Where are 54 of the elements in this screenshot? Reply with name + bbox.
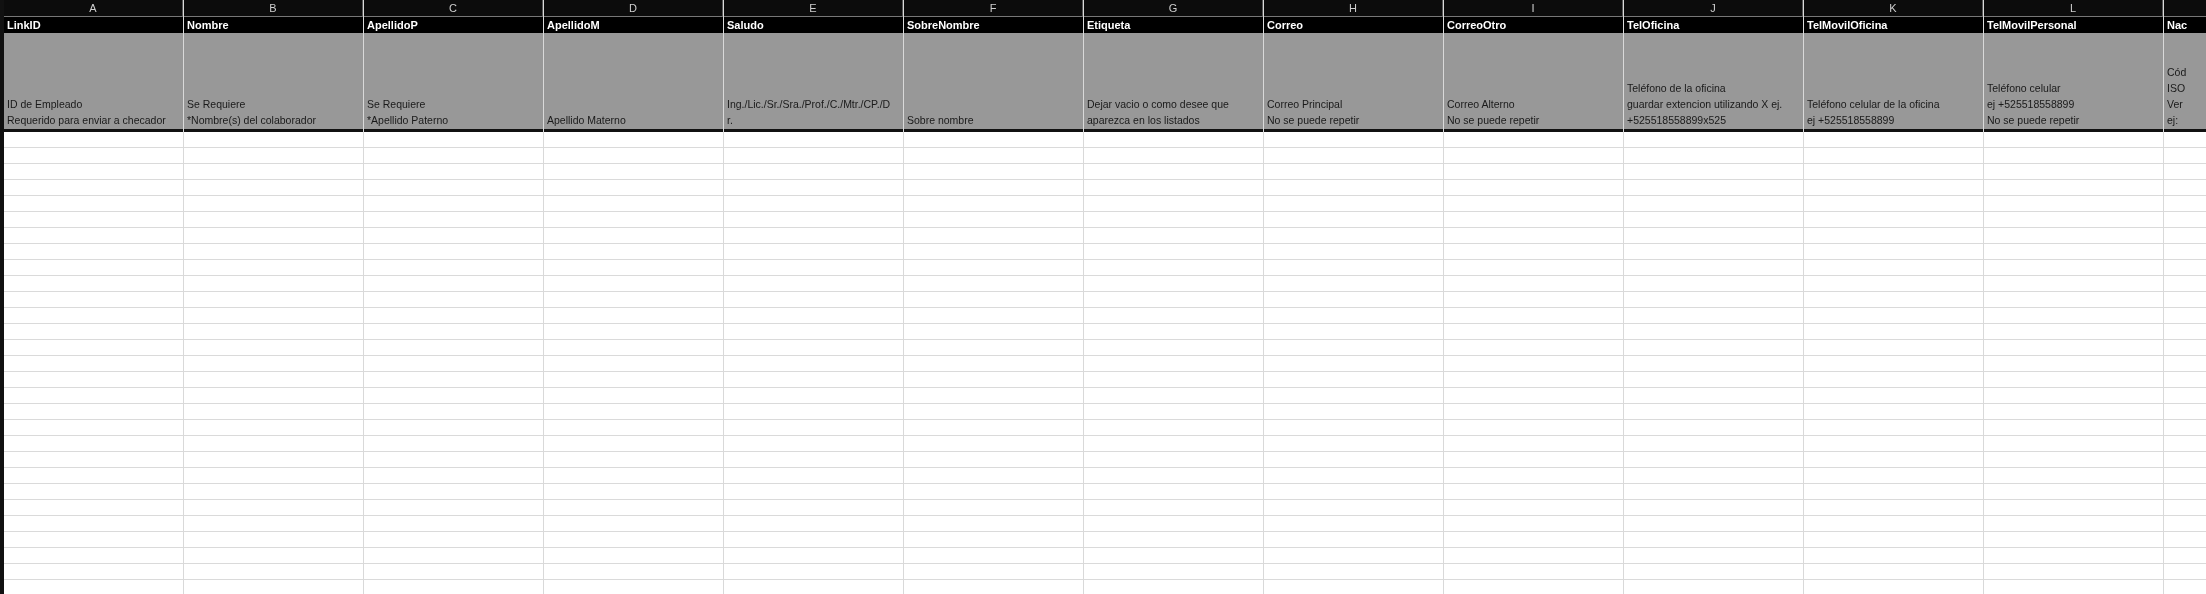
description-line: ID de Empleado	[7, 97, 84, 112]
heading-cell: Etiqueta	[1084, 17, 1263, 33]
column-header[interactable]: J	[1624, 0, 1803, 17]
heading-cell: SobreNombre	[904, 17, 1083, 33]
description-line: Teléfono celular	[1987, 81, 2062, 96]
description-line: Se Requiere	[187, 97, 247, 112]
heading-cell: TelOficina	[1624, 17, 1803, 33]
description-line: ej +525518558899	[1987, 97, 2076, 112]
description-line: Se Requiere	[367, 97, 427, 112]
column-header[interactable]: G	[1084, 0, 1263, 17]
description-line: Teléfono de la oficina	[1627, 81, 1727, 96]
description-line: Correo Principal	[1267, 97, 1344, 112]
column-header[interactable]: F	[904, 0, 1083, 17]
description-line: No se puede repetir	[1987, 113, 2081, 128]
description-line: No se puede repetir	[1267, 113, 1361, 128]
description-line: ISO	[2167, 81, 2187, 96]
column-header[interactable]: L	[1984, 0, 2163, 17]
heading-cell: TelMovilPersonal	[1984, 17, 2163, 33]
column-header[interactable]: E	[724, 0, 903, 17]
heading-cell: Correo	[1264, 17, 1443, 33]
description-line: *Nombre(s) del colaborador	[187, 113, 317, 128]
heading-cell: Nac	[2164, 17, 2206, 33]
heading-cell: LinkID	[4, 17, 183, 33]
heading-cell: Nombre	[184, 17, 363, 33]
description-line: Ing./Lic./Sr./Sra./Prof./C./Mtr./CP./D	[727, 97, 892, 112]
description-line: aparezca en los listados	[1087, 113, 1201, 128]
column-header[interactable]: A	[4, 0, 183, 17]
description-line: Apellido Materno	[547, 113, 627, 128]
description-line: Cód	[2167, 65, 2188, 80]
description-line: *Apellido Paterno	[367, 113, 450, 128]
description-line: Dejar vacio o como desee que	[1087, 97, 1230, 112]
heading-cell: TelMovilOficina	[1804, 17, 1983, 33]
column-header[interactable]: I	[1444, 0, 1623, 17]
heading-cell: CorreoOtro	[1444, 17, 1623, 33]
description-line: Teléfono celular de la oficina	[1807, 97, 1941, 112]
column-header[interactable]: C	[364, 0, 543, 17]
heading-cell: Saludo	[724, 17, 903, 33]
column-header[interactable]: H	[1264, 0, 1443, 17]
column-header[interactable]: B	[184, 0, 363, 17]
description-line: Sobre nombre	[907, 113, 975, 128]
description-line: Ver	[2167, 97, 2184, 112]
description-line: No se puede repetir	[1447, 113, 1541, 128]
heading-cell: ApellidoM	[544, 17, 723, 33]
heading-cell: ApellidoP	[364, 17, 543, 33]
description-line: Correo Alterno	[1447, 97, 1516, 112]
column-header[interactable]	[2164, 0, 2206, 17]
description-line: Requerido para enviar a checador	[7, 113, 167, 128]
description-line: +525518558899x525	[1627, 113, 1727, 128]
column-header[interactable]: D	[544, 0, 723, 17]
description-line: r.	[727, 113, 734, 128]
description-line: guardar extencion utilizando X ej.	[1627, 97, 1784, 112]
column-header[interactable]: K	[1804, 0, 1983, 17]
description-line: ej:	[2167, 113, 2180, 128]
description-line: ej +525518558899	[1807, 113, 1896, 128]
